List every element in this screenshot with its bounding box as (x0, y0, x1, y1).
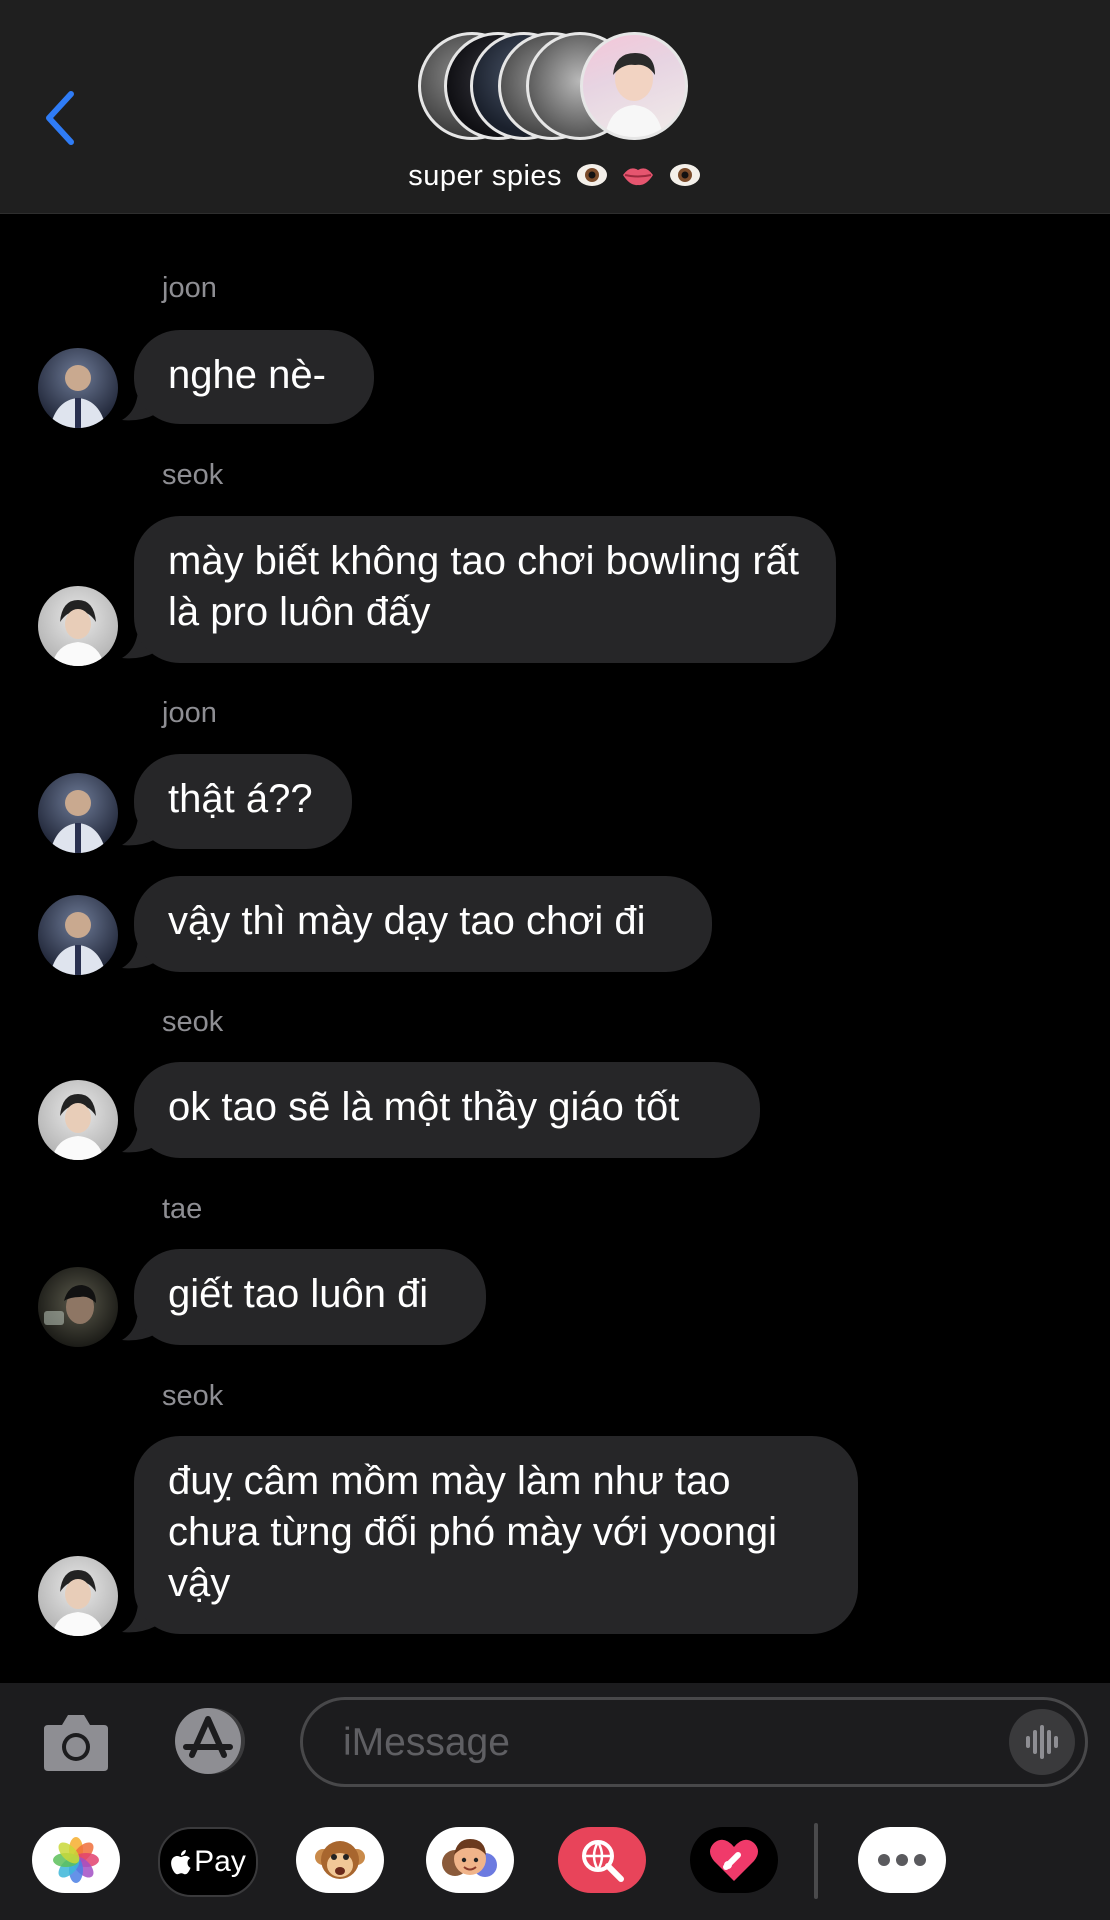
group-avatar-stack[interactable] (418, 32, 692, 144)
voice-memo-button[interactable] (1009, 1709, 1075, 1775)
message-bubble[interactable]: thật á?? (134, 754, 352, 849)
eye-icon (576, 164, 607, 186)
photos-app[interactable] (32, 1827, 120, 1893)
message-bubble[interactable]: vậy thì mày dạy tao chơi đi (134, 876, 712, 972)
chevron-left-icon (46, 91, 74, 145)
apple-pay-app[interactable]: Pay (158, 1827, 258, 1897)
back-button[interactable] (40, 88, 80, 148)
sender-name: tae (162, 1193, 203, 1225)
camera-icon (44, 1715, 108, 1771)
digital-touch-app[interactable] (690, 1827, 778, 1893)
eye-icon (669, 164, 700, 186)
avatar-joon[interactable] (38, 895, 118, 975)
sender-name: joon (162, 697, 217, 729)
more-apps-button[interactable] (858, 1827, 946, 1893)
message-bubble[interactable]: đuỵ câm mồm mày làm như tao chưa từng đố… (134, 1436, 858, 1634)
group-name-text: super spies (408, 160, 563, 192)
message-input[interactable] (341, 1718, 965, 1768)
message-bubble[interactable]: giết tao luôn đi (134, 1249, 486, 1345)
app-drawer: Pay (0, 1801, 1110, 1920)
group-name[interactable]: super spies (0, 160, 1110, 193)
app-store-button[interactable] (168, 1705, 254, 1777)
web-search-app[interactable] (558, 1827, 646, 1893)
avatar-seok[interactable] (38, 586, 118, 666)
avatar-tae[interactable] (38, 1267, 118, 1347)
message-bubble[interactable]: ok tao sẽ là một thầy giáo tốt (134, 1062, 760, 1158)
sender-name: joon (162, 272, 217, 304)
message-field[interactable] (300, 1697, 1088, 1787)
message-bubble[interactable]: nghe nè- (134, 330, 374, 424)
animoji-app[interactable] (296, 1827, 384, 1893)
message-bubble[interactable]: mày biết không tao chơi bowling rất là p… (134, 516, 836, 663)
sender-name: seok (162, 459, 224, 491)
member-avatar (580, 32, 688, 140)
globe-search-icon (582, 1840, 624, 1882)
avatar-seok[interactable] (38, 1556, 118, 1636)
camera-button[interactable] (40, 1711, 112, 1773)
heart-touch-icon (710, 1839, 758, 1881)
app-store-icon (175, 1708, 245, 1774)
ellipsis-icon (878, 1854, 926, 1866)
memoji-icon (442, 1839, 497, 1877)
waveform-icon (1026, 1725, 1058, 1759)
sender-name: seok (162, 1380, 224, 1412)
conversation-header: super spies (0, 0, 1110, 214)
memoji-app[interactable] (426, 1827, 514, 1893)
sender-name: seok (162, 1006, 224, 1038)
lips-icon (623, 168, 654, 186)
avatar-joon[interactable] (38, 773, 118, 853)
avatar-joon[interactable] (38, 348, 118, 428)
drawer-divider (814, 1823, 818, 1899)
photos-icon (53, 1837, 99, 1883)
apple-logo-icon (171, 1850, 191, 1875)
avatar-seok[interactable] (38, 1080, 118, 1160)
compose-bar (0, 1683, 1110, 1801)
monkey-icon (315, 1841, 365, 1879)
apple-pay-label: Pay (194, 1845, 246, 1878)
